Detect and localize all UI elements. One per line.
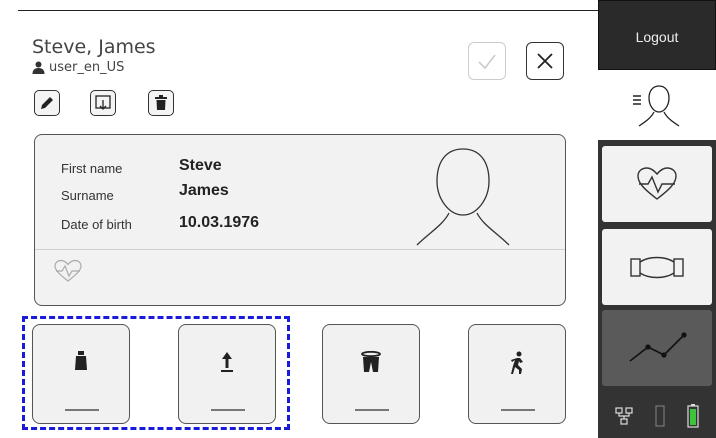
card-divider — [35, 249, 565, 250]
main-panel: Steve, James user_en_US First name Steve… — [0, 0, 598, 438]
surname-label: Surname — [61, 188, 114, 203]
user-row: user_en_US — [32, 60, 124, 75]
pencil-icon — [41, 97, 53, 109]
status-bar — [598, 394, 716, 438]
delete-button[interactable] — [148, 90, 174, 116]
close-button[interactable] — [526, 42, 564, 80]
battery-icon — [687, 404, 699, 428]
user-id: user_en_US — [49, 60, 125, 75]
network-icon — [615, 407, 633, 425]
waist-icon — [361, 351, 381, 372]
tab-trends[interactable] — [602, 310, 712, 386]
highlight-frame — [22, 316, 290, 430]
heart-rhythm-icon — [54, 259, 82, 282]
surname-value: James — [179, 182, 229, 199]
running-person-icon — [511, 351, 523, 374]
user-icon — [32, 61, 45, 74]
tab-patient[interactable] — [598, 70, 716, 140]
activity-measurement-button[interactable] — [468, 324, 566, 424]
confirm-button[interactable] — [468, 42, 506, 80]
waist-value — [355, 409, 389, 411]
sidebar: Logout — [598, 0, 716, 438]
top-divider — [18, 10, 598, 11]
waist-measurement-button[interactable] — [322, 324, 420, 424]
first-name-label: First name — [61, 161, 123, 176]
connection-indicator-icon — [655, 405, 665, 427]
download-button[interactable] — [90, 90, 116, 116]
edit-button[interactable] — [34, 90, 60, 116]
trend-chart-icon — [629, 332, 687, 362]
cuff-icon — [630, 256, 684, 279]
close-icon — [537, 53, 553, 69]
checkmark-icon — [478, 54, 496, 70]
patient-list-icon — [633, 85, 680, 127]
patient-card: First name Steve Surname James Date of b… — [34, 134, 566, 306]
first-name-value: Steve — [179, 157, 222, 174]
activity-value — [501, 409, 535, 411]
download-icon — [95, 95, 111, 110]
heart-rhythm-icon — [637, 167, 677, 200]
trash-icon — [155, 95, 167, 110]
tab-vitals[interactable] — [602, 146, 712, 222]
logout-button[interactable]: Logout — [598, 0, 716, 70]
patient-name: Steve, James — [32, 36, 156, 58]
dob-label: Date of birth — [61, 217, 132, 232]
tab-cuff[interactable] — [602, 229, 712, 305]
dob-value: 10.03.1976 — [179, 214, 260, 231]
avatar-silhouette-icon — [416, 148, 510, 246]
